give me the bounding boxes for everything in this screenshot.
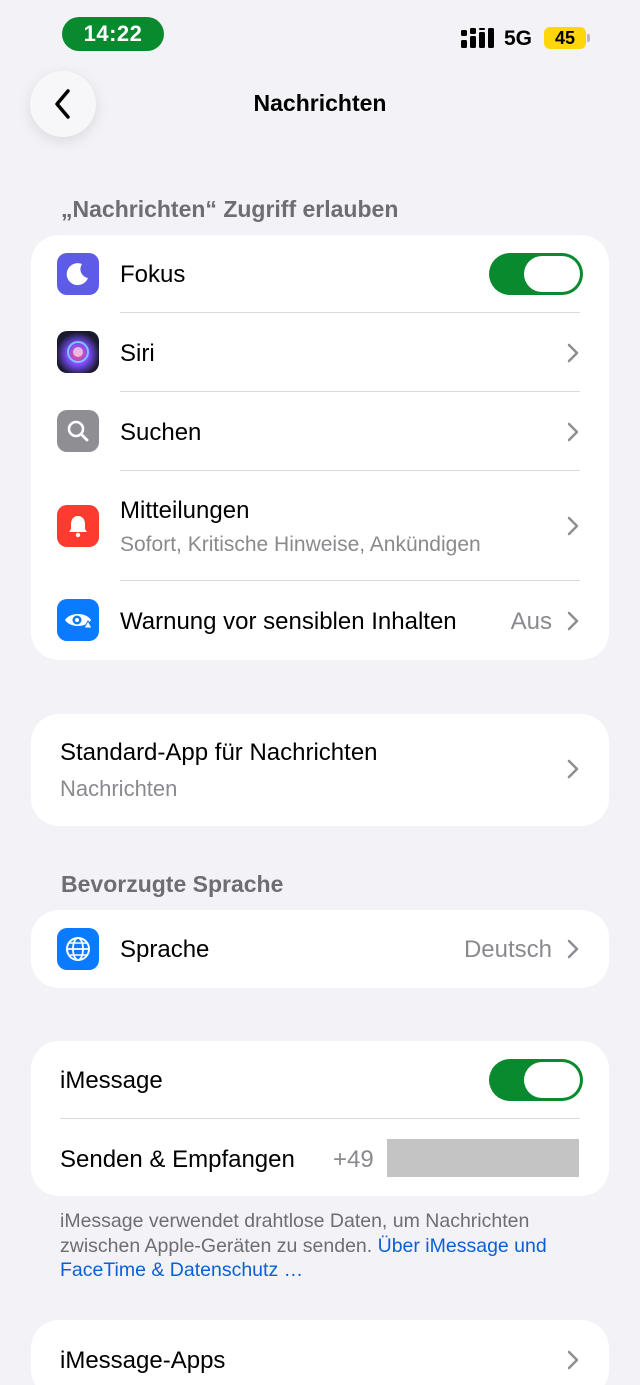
suchen-label: Suchen: [120, 419, 202, 446]
status-time: 14:22: [62, 17, 164, 51]
battery-indicator: 45: [544, 27, 586, 49]
chevron-right-icon: [567, 343, 579, 363]
toggle-knob: [524, 1062, 580, 1098]
mitteilungen-sublabel: Sofort, Kritische Hinweise, Ankündigen: [120, 533, 481, 556]
imessage-footer: iMessage verwendet drahtlose Daten, um N…: [60, 1209, 590, 1283]
default-app-value: Nachrichten: [60, 776, 178, 801]
network-type: 5G: [504, 27, 533, 50]
phone-prefix: +49: [333, 1146, 374, 1173]
mitteilungen-label: Mitteilungen: [120, 497, 250, 524]
siri-icon: [57, 331, 99, 373]
sprache-label: Sprache: [120, 936, 210, 963]
chevron-right-icon: [567, 422, 579, 442]
sprache-value: Deutsch: [463, 936, 552, 963]
fokus-label: Fokus: [120, 261, 186, 288]
row-suchen[interactable]: Suchen: [31, 392, 609, 471]
toggle-knob: [524, 256, 580, 292]
warnung-label: Warnung vor sensiblen Inhalten: [120, 608, 457, 635]
section-header-language: Bevorzugte Sprache: [61, 871, 284, 897]
globe-icon: [57, 928, 99, 970]
search-icon: [57, 410, 99, 452]
siri-label: Siri: [120, 340, 155, 367]
redacted-phone-number: [387, 1139, 579, 1177]
warnung-value: Aus: [510, 608, 552, 635]
bell-icon: [57, 505, 99, 547]
page-title: Nachrichten: [253, 90, 387, 116]
battery-cap: [587, 34, 590, 42]
imessage-label: iMessage: [60, 1067, 163, 1094]
chevron-right-icon: [567, 516, 579, 536]
default-app-label: Standard-App für Nachrichten: [60, 739, 378, 766]
cellular-signal-icon: [461, 28, 494, 48]
row-warnung[interactable]: Warnung vor sensiblen Inhalten Aus: [31, 581, 609, 660]
fokus-toggle[interactable]: [489, 253, 583, 295]
chevron-right-icon: [567, 611, 579, 631]
chevron-right-icon: [567, 1350, 579, 1370]
row-fokus: Fokus: [31, 235, 609, 313]
eye-warning-icon: [57, 599, 99, 641]
access-card: Fokus Siri Suchen Mitteilungen Sofort, K…: [31, 235, 609, 660]
imessage-apps-card[interactable]: iMessage-Apps: [31, 1320, 609, 1385]
section-header-access: „Nachrichten“ Zugriff erlauben: [61, 196, 399, 222]
imessage-card: iMessage Senden & Empfangen +49: [31, 1041, 609, 1196]
default-app-card[interactable]: Standard-App für Nachrichten Nachrichten: [31, 714, 609, 826]
chevron-right-icon: [567, 939, 579, 959]
row-siri[interactable]: Siri: [31, 313, 609, 392]
row-mitteilungen[interactable]: Mitteilungen Sofort, Kritische Hinweise,…: [31, 471, 609, 580]
imessage-toggle[interactable]: [489, 1059, 583, 1101]
language-card[interactable]: Sprache Deutsch: [31, 910, 609, 988]
chevron-right-icon: [567, 759, 579, 779]
moon-icon: [57, 253, 99, 295]
send-receive-label: Senden & Empfangen: [60, 1146, 295, 1173]
imessage-apps-label: iMessage-Apps: [60, 1347, 226, 1374]
row-send-receive[interactable]: Senden & Empfangen +49: [31, 1119, 609, 1196]
row-imessage: iMessage: [31, 1041, 609, 1119]
